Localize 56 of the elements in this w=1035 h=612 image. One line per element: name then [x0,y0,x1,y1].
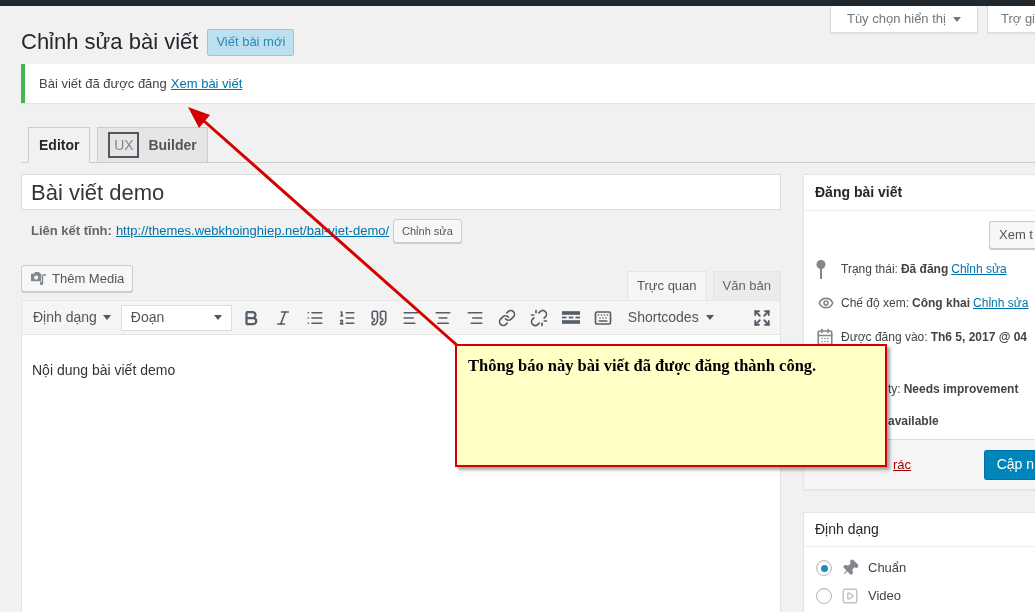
keyboard-icon [593,308,612,327]
editor-view-tab[interactable]: Văn bản [712,271,781,300]
preview-button[interactable]: Xem t [989,221,1035,249]
screen-option-tab[interactable]: Trợ gi [986,6,1035,33]
edit-permalink-button[interactable]: Chỉnh sửa [393,219,462,243]
camera-note-icon [30,271,47,286]
annotation-tooltip: Thông báo này bài viết đã được đăng thành công. [455,344,887,467]
notice-text: Bài viết đã được đăng [39,74,167,93]
meta-value: Th6 5, 2017 @ 04 [930,329,1028,346]
format-panel-title: Định dạng [815,520,879,539]
meta-label: Được đăng vào: [841,329,928,346]
trash-link[interactable]: rác [893,454,912,475]
meta-value: Công khai [912,295,971,312]
block-format-select[interactable]: Đoạn [120,304,232,331]
format-option-label[interactable]: Chuẩn [868,558,907,578]
expand-icon [753,308,771,327]
play-square-icon [841,587,859,605]
meta-value: Đã đăng [900,261,949,278]
meta-label: ty: [888,381,901,398]
meta-label: Chế độ xem: [841,295,910,312]
view-post-link[interactable]: Xem bài viết [170,73,243,94]
shortcodes-menu[interactable]: Shortcodes [627,307,714,328]
quote-icon [369,308,388,327]
editor-view-tab[interactable]: Trực quan [627,271,707,300]
page-break-icon [561,311,580,324]
meta-value: Needs improvement [903,381,1019,398]
format-menu[interactable]: Định dạng [33,307,111,328]
permalink-label: Liên kết tĩnh: [31,222,112,241]
add-media-label: Thêm Media [52,269,125,288]
numbered-list-icon [337,308,356,327]
screen-option-tab[interactable]: Tùy chọn hiển thị [829,6,978,33]
calendar-icon [816,328,834,346]
radio-button[interactable] [816,588,832,604]
publish-panel-title: Đăng bài viết [815,183,903,202]
edit-link[interactable]: Chỉnh sửa [973,294,1029,312]
meta-value: available [888,413,939,430]
pin-icon [816,259,826,279]
format-option-label[interactable]: Video [868,586,901,606]
eye-icon [816,295,836,311]
page-title: Chỉnh sửa bài viết [21,28,199,56]
edit-link[interactable]: Chỉnh sửa [951,260,1007,278]
content-text: Nội dung bài viết demo [32,361,176,380]
editor-mode-tab[interactable]: Editor [28,127,91,163]
caret-icon [213,315,222,320]
caret-icon [102,315,111,320]
add-media-button[interactable]: Thêm Media [21,265,134,292]
editor-mode-tab[interactable]: UX Builder [97,127,208,163]
ux-badge: UX [108,132,140,158]
title-field[interactable]: Bài viết demo [21,174,781,210]
radio-button[interactable] [816,560,832,576]
link-icon [497,308,516,327]
unlink-icon [529,308,548,327]
caret-icon [705,315,714,320]
tab-label: Builder [148,135,197,155]
update-button[interactable]: Cập n [983,449,1035,480]
meta-label: Trạng thái: [841,261,898,278]
